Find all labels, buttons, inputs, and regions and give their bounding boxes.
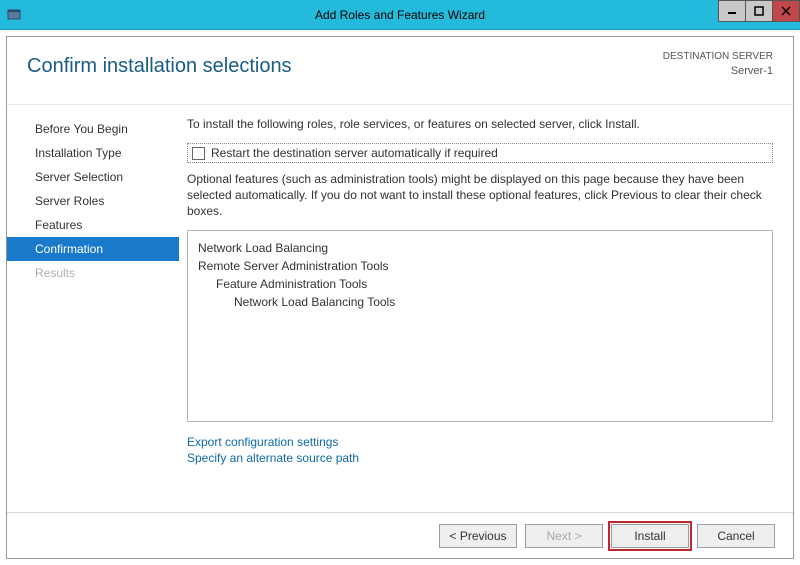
minimize-button[interactable] (718, 0, 746, 22)
feature-item: Remote Server Administration Tools (198, 257, 762, 275)
step-server-selection[interactable]: Server Selection (7, 165, 179, 189)
step-features[interactable]: Features (7, 213, 179, 237)
content-links: Export configuration settings Specify an… (187, 434, 773, 466)
destination-server: Server-1 (731, 65, 773, 77)
step-installation-type[interactable]: Installation Type (7, 141, 179, 165)
wizard-client-area: Confirm installation selections DESTINAT… (6, 36, 794, 559)
alternate-source-link[interactable]: Specify an alternate source path (187, 450, 773, 466)
install-button[interactable]: Install (611, 524, 689, 548)
page-title: Confirm installation selections (27, 55, 292, 78)
cancel-button[interactable]: Cancel (697, 524, 775, 548)
next-button: Next > (525, 524, 603, 548)
wizard-content: To install the following roles, role ser… (179, 105, 793, 512)
feature-item: Feature Administration Tools (198, 275, 762, 293)
wizard-footer: < Previous Next > Install Cancel (7, 512, 793, 558)
selected-features-box: Network Load Balancing Remote Server Adm… (187, 230, 773, 422)
export-config-link[interactable]: Export configuration settings (187, 434, 773, 450)
step-confirmation[interactable]: Confirmation (7, 237, 179, 261)
feature-item: Network Load Balancing (198, 239, 762, 257)
feature-item: Network Load Balancing Tools (198, 293, 762, 311)
maximize-button[interactable] (745, 0, 773, 22)
window-controls (719, 0, 800, 22)
step-results: Results (7, 261, 179, 285)
wizard-steps-sidebar: Before You Begin Installation Type Serve… (7, 105, 179, 512)
previous-button[interactable]: < Previous (439, 524, 517, 548)
wizard-header: Confirm installation selections DESTINAT… (7, 37, 793, 105)
restart-checkbox-row[interactable]: Restart the destination server automatic… (187, 143, 773, 163)
app-icon (6, 7, 22, 23)
optional-features-note: Optional features (such as administratio… (187, 171, 773, 220)
step-before-you-begin[interactable]: Before You Begin (7, 117, 179, 141)
close-button[interactable] (772, 0, 800, 22)
step-server-roles[interactable]: Server Roles (7, 189, 179, 213)
titlebar: Add Roles and Features Wizard (0, 0, 800, 30)
destination-label: DESTINATION SERVER (663, 51, 773, 62)
restart-checkbox[interactable] (192, 147, 205, 160)
wizard-body: Before You Begin Installation Type Serve… (7, 105, 793, 512)
window-title: Add Roles and Features Wizard (315, 8, 485, 22)
instruction-text: To install the following roles, role ser… (187, 117, 773, 131)
restart-checkbox-label: Restart the destination server automatic… (211, 146, 498, 160)
